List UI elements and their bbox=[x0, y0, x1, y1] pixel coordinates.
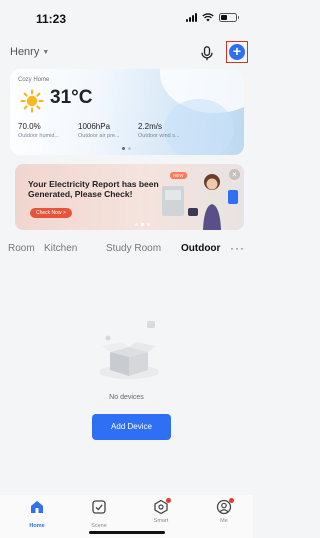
wifi-icon bbox=[202, 13, 214, 22]
caret-down-icon: ▼ bbox=[42, 48, 50, 56]
air-pressure-label: Outdoor air pre... bbox=[78, 133, 120, 139]
microphone-icon[interactable] bbox=[199, 44, 215, 62]
banner-title: Your Electricity Report has been Generat… bbox=[28, 179, 159, 199]
check-now-button[interactable]: Check Now > bbox=[30, 208, 72, 218]
room-tabs: Room Kitchen Study Room Outdoor ··· bbox=[0, 241, 253, 259]
humidity-value: 70.0% bbox=[18, 122, 41, 131]
weather-card-title: Cozy Home bbox=[18, 77, 50, 83]
wind-speed-stat: 2.2m/s Outdoor wind s... bbox=[138, 122, 180, 139]
add-button[interactable]: + bbox=[226, 41, 248, 63]
add-device-button[interactable]: Add Device bbox=[92, 414, 171, 440]
smart-badge bbox=[166, 498, 171, 503]
tab-outdoor[interactable]: Outdoor bbox=[181, 243, 220, 254]
close-icon[interactable]: × bbox=[229, 169, 240, 180]
banner-page-indicator bbox=[135, 223, 150, 226]
nav-smart-label: Smart bbox=[153, 518, 169, 524]
status-time: 11:23 bbox=[36, 12, 67, 26]
nav-home-label: Home bbox=[29, 523, 45, 529]
sun-icon bbox=[20, 89, 44, 113]
nav-scene-label: Scene bbox=[91, 523, 107, 529]
home-name: Henry bbox=[10, 46, 40, 58]
scene-icon bbox=[92, 500, 106, 514]
nav-home[interactable]: Home bbox=[17, 499, 57, 529]
home-icon bbox=[31, 501, 43, 513]
nav-me-label: Me bbox=[220, 518, 228, 524]
air-pressure-stat: 1006hPa Outdoor air pre... bbox=[78, 122, 120, 139]
no-devices-text: No devices bbox=[109, 394, 144, 401]
tab-study-room[interactable]: Study Room bbox=[106, 243, 161, 254]
home-indicator bbox=[89, 531, 165, 534]
electricity-report-banner[interactable]: NEW × Your Electricity Report has been G… bbox=[15, 164, 244, 230]
new-badge: NEW bbox=[170, 172, 187, 179]
humidity-label: Outdoor humid... bbox=[18, 133, 59, 139]
tab-room[interactable]: Room bbox=[8, 243, 35, 254]
status-bar: 11:23 bbox=[0, 0, 253, 34]
more-tabs-icon[interactable]: ··· bbox=[230, 241, 245, 255]
temperature: 31°C bbox=[50, 87, 93, 108]
nav-me[interactable]: Me bbox=[204, 498, 244, 524]
nav-smart[interactable]: Smart bbox=[141, 498, 181, 524]
tab-kitchen[interactable]: Kitchen bbox=[44, 243, 77, 254]
header: Henry ▼ + bbox=[0, 40, 253, 66]
plus-icon: + bbox=[229, 44, 245, 60]
smart-icon bbox=[153, 498, 171, 515]
air-pressure-value: 1006hPa bbox=[78, 122, 111, 131]
home-selector[interactable]: Henry ▼ bbox=[10, 46, 49, 58]
battery-icon bbox=[219, 13, 239, 22]
cellular-signal-icon bbox=[186, 13, 197, 22]
empty-box-illustration bbox=[99, 321, 159, 379]
me-badge bbox=[229, 498, 234, 503]
nav-scene[interactable]: Scene bbox=[79, 499, 119, 529]
weather-card[interactable]: Cozy Home 31°C 70.0% Outdoor humid... 10… bbox=[10, 69, 244, 155]
wind-speed-label: Outdoor wind s... bbox=[138, 133, 180, 139]
wind-speed-value: 2.2m/s bbox=[138, 122, 163, 131]
profile-icon bbox=[216, 498, 234, 515]
status-icons bbox=[186, 13, 239, 22]
humidity-stat: 70.0% Outdoor humid... bbox=[18, 122, 59, 139]
weather-page-indicator bbox=[122, 147, 131, 150]
